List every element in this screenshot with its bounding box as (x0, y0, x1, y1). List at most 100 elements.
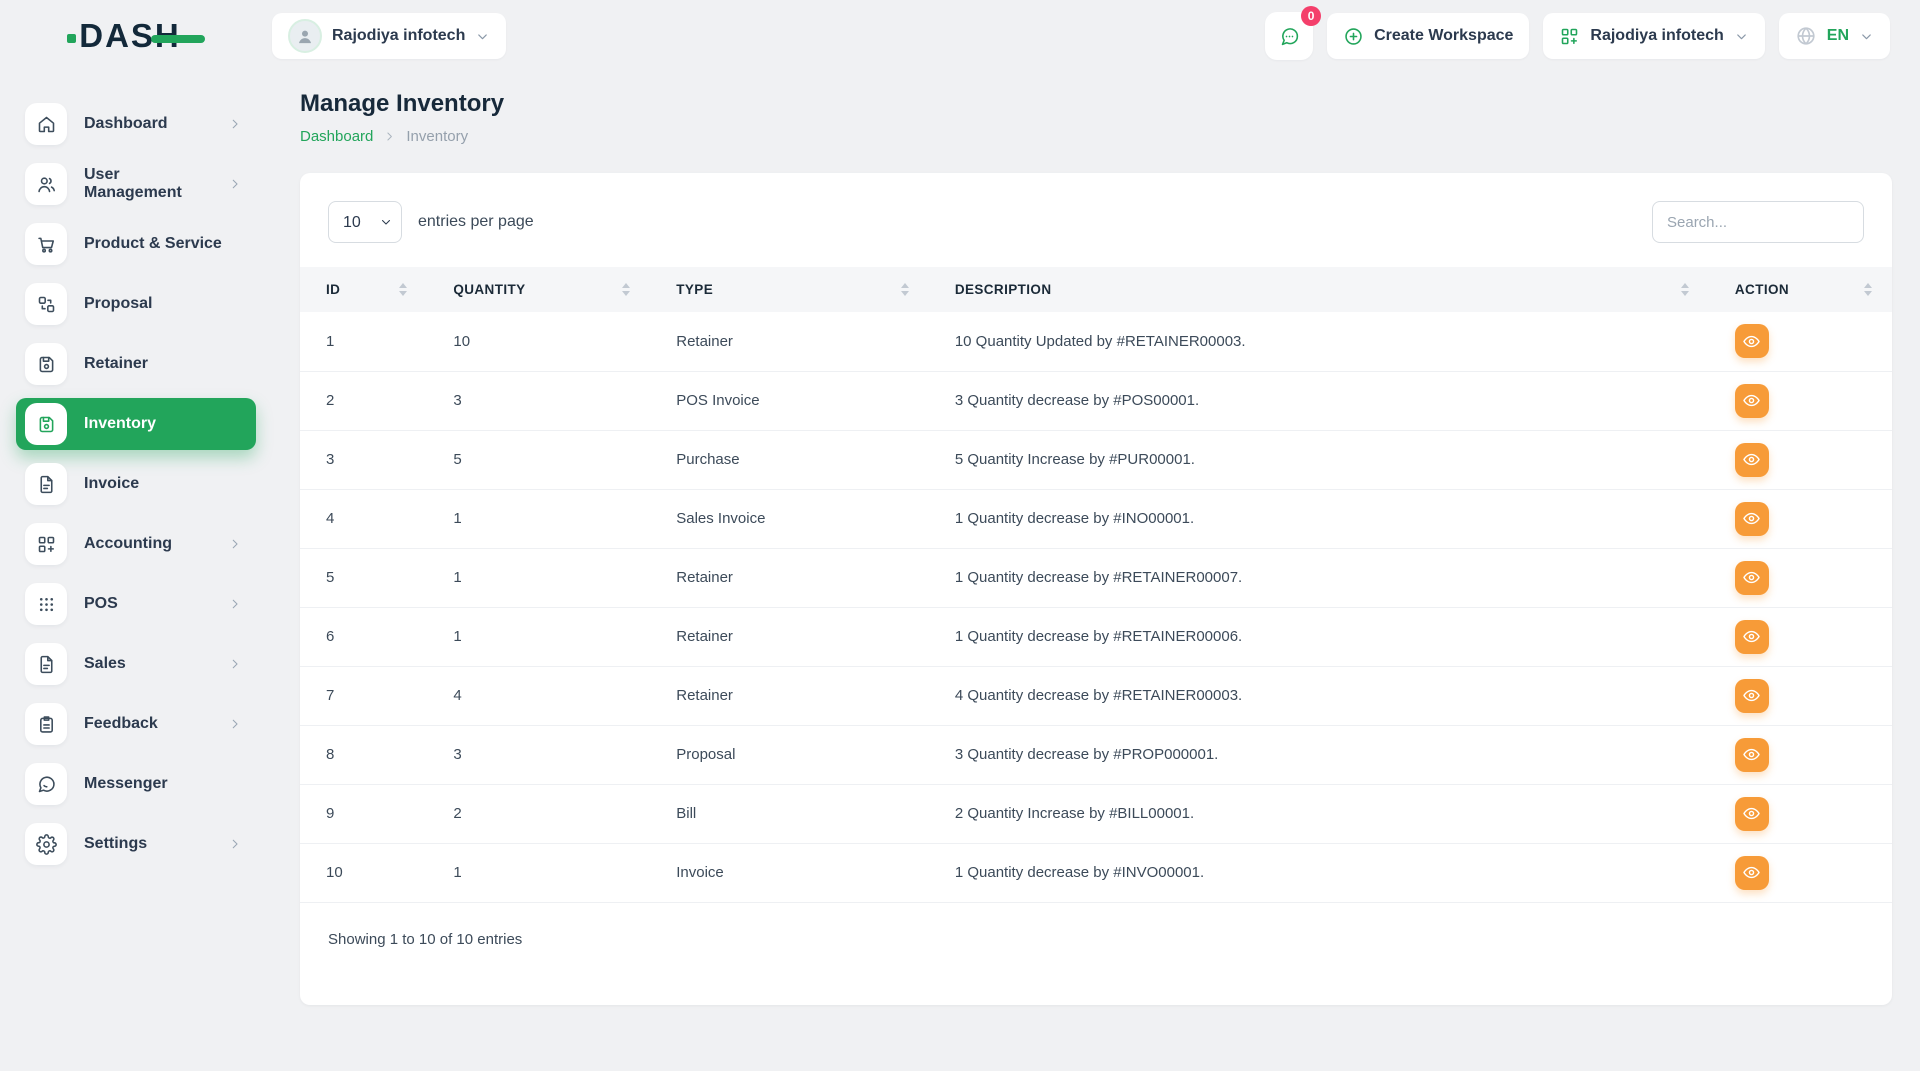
cell-type: Retainer (650, 666, 929, 725)
sidebar-item-user-management[interactable]: User Management (16, 158, 256, 210)
cell-description: 4 Quantity decrease by #RETAINER00003. (929, 666, 1709, 725)
language-selector[interactable]: EN (1779, 13, 1890, 59)
eye-icon (1742, 391, 1761, 410)
chat-icon (25, 763, 67, 805)
chat-dots-icon (1279, 26, 1300, 47)
sidebar-item-label: Messenger (84, 775, 242, 793)
column-header-quantity[interactable]: QUANTITY (427, 267, 650, 312)
view-button[interactable] (1735, 738, 1769, 772)
cell-action (1709, 666, 1892, 725)
cell-id: 2 (300, 371, 427, 430)
cell-quantity: 2 (427, 784, 650, 843)
cell-action (1709, 607, 1892, 666)
cell-quantity: 1 (427, 607, 650, 666)
topbar-right: 0 Create Workspace Rajodiya infotech EN (1265, 12, 1890, 60)
sort-icon (1681, 283, 1689, 296)
sidebar-item-inventory[interactable]: Inventory (16, 398, 256, 450)
messages-button[interactable]: 0 (1265, 12, 1313, 60)
chevron-right-icon (228, 837, 242, 851)
chevron-right-icon (383, 130, 396, 143)
sidebar-item-feedback[interactable]: Feedback (16, 698, 256, 750)
view-button[interactable] (1735, 797, 1769, 831)
cell-type: Bill (650, 784, 929, 843)
sidebar-item-label: Accounting (84, 535, 211, 553)
sidebar-item-dashboard[interactable]: Dashboard (16, 98, 256, 150)
cell-description: 3 Quantity decrease by #POS00001. (929, 371, 1709, 430)
sidebar-item-settings[interactable]: Settings (16, 818, 256, 870)
cell-id: 3 (300, 430, 427, 489)
cell-description: 1 Quantity decrease by #RETAINER00007. (929, 548, 1709, 607)
file-icon (25, 643, 67, 685)
sidebar-item-product-service[interactable]: Product & Service (16, 218, 256, 270)
cell-description: 2 Quantity Increase by #BILL00001. (929, 784, 1709, 843)
view-button[interactable] (1735, 502, 1769, 536)
column-header-id[interactable]: ID (300, 267, 427, 312)
sidebar-item-label: Invoice (84, 475, 242, 493)
cell-id: 9 (300, 784, 427, 843)
breadcrumb-current: Inventory (406, 128, 468, 145)
cell-action (1709, 489, 1892, 548)
table-head: ID QUANTITY TYPE DESCRIPTION (300, 267, 1892, 312)
view-button[interactable] (1735, 443, 1769, 477)
sidebar-item-invoice[interactable]: Invoice (16, 458, 256, 510)
view-button[interactable] (1735, 384, 1769, 418)
column-header-description[interactable]: DESCRIPTION (929, 267, 1709, 312)
cell-quantity: 10 (427, 312, 650, 371)
sidebar-item-retainer[interactable]: Retainer (16, 338, 256, 390)
chevron-down-icon (1734, 29, 1749, 44)
cell-type: Retainer (650, 312, 929, 371)
cell-description: 5 Quantity Increase by #PUR00001. (929, 430, 1709, 489)
cell-quantity: 1 (427, 548, 650, 607)
cell-quantity: 1 (427, 489, 650, 548)
cell-id: 4 (300, 489, 427, 548)
page-size-select[interactable]: 10 (328, 201, 402, 243)
cell-action (1709, 371, 1892, 430)
cell-quantity: 3 (427, 725, 650, 784)
sidebar-item-pos[interactable]: POS (16, 578, 256, 630)
entries-per-page-label: entries per page (418, 213, 534, 231)
view-button[interactable] (1735, 561, 1769, 595)
sort-icon (399, 283, 407, 296)
topbar: DASH Rajodiya infotech 0 Create Workspac… (0, 0, 1920, 72)
inventory-card: 10 entries per page ID QUANTITY (300, 173, 1892, 1005)
workspace-selector[interactable]: Rajodiya infotech (272, 13, 506, 59)
workspace-dropdown[interactable]: Rajodiya infotech (1543, 13, 1764, 59)
cell-id: 5 (300, 548, 427, 607)
cell-quantity: 5 (427, 430, 650, 489)
showing-entries-text: Showing 1 to 10 of 10 entries (300, 903, 1892, 948)
eye-icon (1742, 863, 1761, 882)
search-input[interactable] (1652, 201, 1864, 243)
users-icon (25, 163, 67, 205)
view-button[interactable] (1735, 620, 1769, 654)
chevron-down-icon (475, 29, 490, 44)
create-workspace-button[interactable]: Create Workspace (1327, 13, 1529, 59)
cell-id: 6 (300, 607, 427, 666)
page-title: Manage Inventory (300, 90, 1892, 118)
table-row: 6 1 Retainer 1 Quantity decrease by #RET… (300, 607, 1892, 666)
sidebar-item-sales[interactable]: Sales (16, 638, 256, 690)
eye-icon (1742, 686, 1761, 705)
search-box (1652, 201, 1864, 243)
table-row: 8 3 Proposal 3 Quantity decrease by #PRO… (300, 725, 1892, 784)
workspace-selector-label: Rajodiya infotech (332, 27, 465, 45)
logo-dash-icon (151, 35, 205, 43)
sidebar-item-proposal[interactable]: Proposal (16, 278, 256, 330)
cell-type: Proposal (650, 725, 929, 784)
view-button[interactable] (1735, 856, 1769, 890)
view-button[interactable] (1735, 324, 1769, 358)
sidebar-item-messenger[interactable]: Messenger (16, 758, 256, 810)
save-icon (25, 403, 67, 445)
sort-icon (901, 283, 909, 296)
cell-action (1709, 548, 1892, 607)
chevron-right-icon (228, 597, 242, 611)
sidebar-item-accounting[interactable]: Accounting (16, 518, 256, 570)
cell-description: 1 Quantity decrease by #INVO00001. (929, 843, 1709, 902)
view-button[interactable] (1735, 679, 1769, 713)
table-row: 7 4 Retainer 4 Quantity decrease by #RET… (300, 666, 1892, 725)
logo[interactable]: DASH (67, 17, 205, 55)
breadcrumb-dashboard-link[interactable]: Dashboard (300, 128, 373, 145)
breadcrumb: Dashboard Inventory (300, 128, 1892, 145)
column-header-action[interactable]: ACTION (1709, 267, 1892, 312)
logo-dot-icon (67, 34, 76, 43)
column-header-type[interactable]: TYPE (650, 267, 929, 312)
